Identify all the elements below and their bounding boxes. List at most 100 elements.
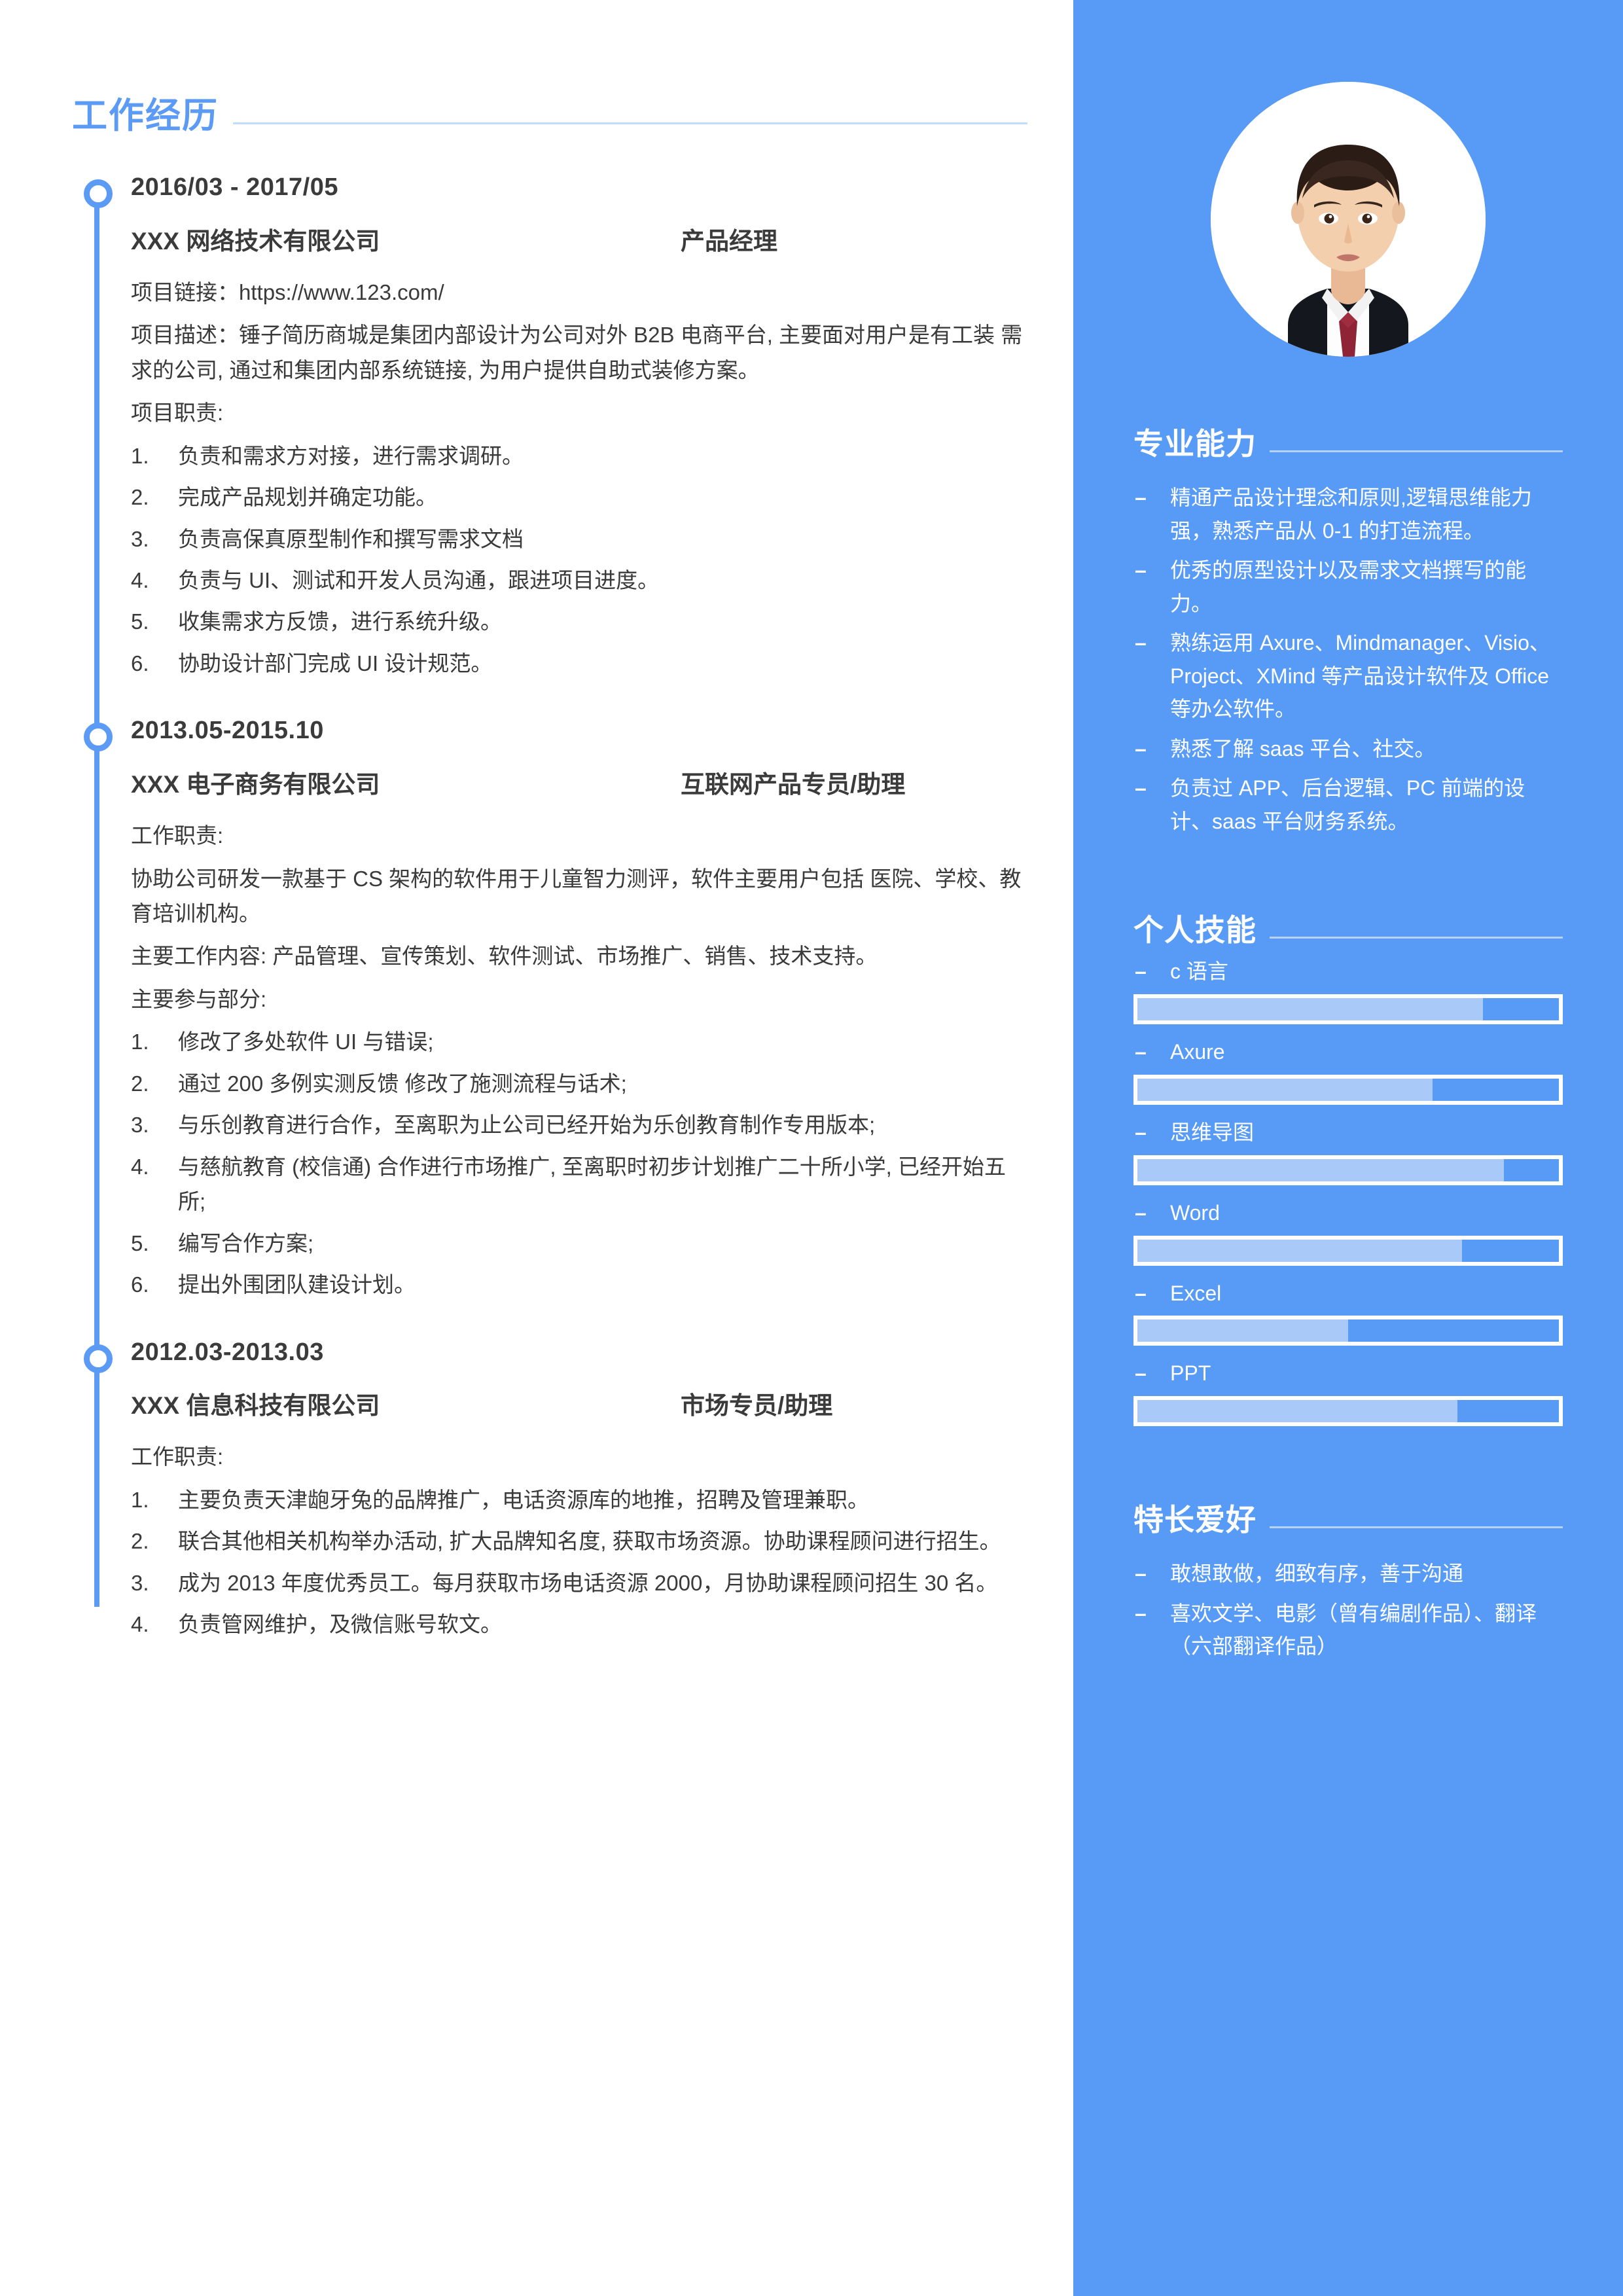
list-item-number: 6.: [131, 651, 149, 675]
list-item-text: 主要负责天津龅牙兔的品牌推广，电话资源库的地推，招聘及管理兼职。: [178, 1487, 869, 1512]
list-item: 5. 编写合作方案;: [131, 1226, 1027, 1261]
skill-item: PPT: [1133, 1359, 1563, 1427]
job-company-row: XXX 网络技术有限公司 产品经理: [131, 221, 1027, 257]
job-description-line: 项目职责:: [131, 401, 224, 425]
list-item: 2. 通过 200 多例实测反馈 修改了施测流程与话术;: [131, 1066, 1027, 1101]
list-item: 4. 负责与 UI、测试和开发人员沟通，跟进项目进度。: [131, 563, 1027, 598]
list-item-text: 负责和需求方对接，进行需求调研。: [178, 443, 524, 468]
list-item-text: 成为 2013 年度优秀员工。每月获取市场电话资源 2000，月协助课程顾问招生…: [178, 1570, 998, 1595]
list-item: 6. 提出外围团队建设计划。: [131, 1267, 1027, 1302]
section-divider: [1270, 450, 1563, 452]
job-description-line: 协助公司研发一款基于 CS 架构的软件用于儿童智力测评，软件主要用户包括 医院、…: [131, 866, 1022, 926]
professional-ability-header: 专业能力: [1133, 429, 1563, 459]
timeline-dot-icon: [84, 723, 113, 752]
job-company: XXX 网络技术有限公司: [131, 227, 380, 255]
job-company: XXX 电子商务有限公司: [131, 771, 380, 798]
job-company: XXX 信息科技有限公司: [131, 1392, 380, 1420]
list-item-text: 与乐创教育进行合作，至离职为止公司已经开始为乐创教育制作专用版本;: [178, 1113, 876, 1138]
list-item: 1. 修改了多处软件 UI 与错误;: [131, 1024, 1027, 1059]
list-item-text: 协助设计部门完成 UI 设计规范。: [178, 651, 493, 675]
job-description-line: 项目链接：https://www.123.com/: [131, 279, 444, 304]
skill-label: PPT: [1133, 1359, 1563, 1388]
list-item-text: 编写合作方案;: [178, 1230, 314, 1255]
job-entry: 2012.03-2013.03 XXX 信息科技有限公司 市场专员/助理工作职责: 1…: [84, 1338, 1027, 1642]
skill-progress-fill: [1137, 1239, 1462, 1262]
job-position: 互联网产品专员/助理: [681, 771, 906, 798]
list-item-text: 联合其他相关机构举办活动, 扩大品牌知名度, 获取市场资源。协助课程顾问进行招生…: [178, 1529, 1001, 1554]
job-description-line: 工作职责:: [131, 1444, 224, 1469]
list-item-number: 1.: [131, 443, 149, 468]
hobby-item: 敢想敢做，细致有序，善于沟通: [1133, 1557, 1563, 1590]
skill-label: Axure: [1133, 1037, 1563, 1067]
job-date: 2012.03-2013.03: [131, 1338, 324, 1366]
list-item-number: 5.: [131, 609, 149, 634]
job-entry: 2016/03 - 2017/05 XXX 网络技术有限公司 产品经理 项目链接：ht…: [84, 173, 1027, 681]
professional-ability-item: 熟悉了解 saas 平台、社交。: [1133, 732, 1563, 766]
list-item: 4. 与慈航教育 (校信通) 合作进行市场推广, 至离职时初步计划推广二十所小学,…: [131, 1149, 1027, 1219]
list-item-number: 1.: [131, 1030, 149, 1054]
list-item-text: 负责与 UI、测试和开发人员沟通，跟进项目进度。: [178, 567, 660, 592]
list-item-number: 3.: [131, 1113, 149, 1138]
list-item-text: 通过 200 多例实测反馈 修改了施测流程与话术;: [178, 1071, 627, 1096]
resume-page: 工作经历 2016/03 - 2017/05 XXX 网络技术有限公司 产品经理 项目…: [0, 0, 1623, 2296]
hobbies-header: 特长爱好: [1133, 1505, 1563, 1535]
hobby-item: 喜欢文学、电影（曾有编剧作品）、翻译（六部翻译作品）: [1133, 1597, 1563, 1663]
section-title-hobbies: 特长爱好: [1133, 1503, 1257, 1537]
list-item-number: 4.: [131, 1154, 149, 1179]
job-company-row: XXX 信息科技有限公司 市场专员/助理: [131, 1386, 1027, 1421]
list-item: 3. 负责高保真原型制作和撰写需求文档: [131, 522, 1027, 556]
skill-item: Word: [1133, 1198, 1563, 1266]
list-item-number: 3.: [131, 526, 149, 551]
section-title-work-experience: 工作经历: [72, 96, 219, 135]
list-item-number: 2.: [131, 485, 149, 510]
skill-progress-fill: [1137, 1079, 1433, 1102]
list-item: 3. 与乐创教育进行合作，至离职为止公司已经开始为乐创教育制作专用版本;: [131, 1107, 1027, 1142]
skill-progress-track: [1133, 1396, 1563, 1427]
list-item: 2. 联合其他相关机构举办活动, 扩大品牌知名度, 获取市场资源。协助课程顾问进行…: [131, 1524, 1027, 1558]
section-divider: [233, 122, 1027, 124]
sidebar-column: 专业能力 精通产品设计理念和原则,逻辑思维能力强，熟悉产品从 0-1 的打造流程…: [1073, 0, 1623, 2296]
job-date: 2013.05-2015.10: [131, 717, 324, 745]
profile-photo-illustration: [1211, 82, 1486, 357]
list-item-text: 负责管网维护，及微信账号软文。: [178, 1612, 502, 1637]
list-item: 6. 协助设计部门完成 UI 设计规范。: [131, 646, 1027, 681]
list-item: 1. 主要负责天津龅牙兔的品牌推广，电话资源库的地推，招聘及管理兼职。: [131, 1482, 1027, 1517]
skill-label: 思维导图: [1133, 1118, 1563, 1147]
job-entry: 2013.05-2015.10 XXX 电子商务有限公司 互联网产品专员/助理工作职…: [84, 717, 1027, 1302]
skill-progress-track: [1133, 994, 1563, 1025]
list-item-number: 1.: [131, 1487, 149, 1512]
list-item-number: 6.: [131, 1272, 149, 1297]
skill-item: c 语言: [1133, 957, 1563, 1025]
hobbies-list: 敢想敢做，细致有序，善于沟通喜欢文学、电影（曾有编剧作品）、翻译（六部翻译作品）: [1133, 1557, 1563, 1663]
timeline-dot-icon: [84, 1344, 113, 1373]
skill-item: 思维导图: [1133, 1118, 1563, 1185]
list-item-text: 提出外围团队建设计划。: [178, 1272, 416, 1297]
job-list: 2016/03 - 2017/05 XXX 网络技术有限公司 产品经理 项目链接：ht…: [84, 173, 1027, 1642]
job-responsibility-list: 1. 负责和需求方对接，进行需求调研。 2. 完成产品规划并确定功能。 3. 负责高保真原…: [131, 439, 1027, 681]
skill-progress-track: [1133, 1235, 1563, 1266]
list-item-number: 2.: [131, 1529, 149, 1554]
list-item-number: 4.: [131, 1612, 149, 1637]
job-company-row: XXX 电子商务有限公司 互联网产品专员/助理: [131, 764, 1027, 800]
skill-item: Axure: [1133, 1037, 1563, 1105]
job-description-line: 主要工作内容: 产品管理、宣传策划、软件测试、市场推广、销售、技术支持。: [131, 944, 878, 969]
professional-ability-section: 专业能力 精通产品设计理念和原则,逻辑思维能力强，熟悉产品从 0-1 的打造流程…: [1133, 429, 1563, 838]
professional-ability-item: 优秀的原型设计以及需求文档撰写的能力。: [1133, 554, 1563, 620]
avatar: [1211, 82, 1486, 357]
job-description-line: 工作职责:: [131, 823, 224, 848]
professional-ability-item: 精通产品设计理念和原则,逻辑思维能力强，熟悉产品从 0-1 的打造流程。: [1133, 481, 1563, 547]
skill-progress-track: [1133, 1075, 1563, 1105]
skill-progress-fill: [1137, 1158, 1505, 1181]
professional-ability-item: 熟练运用 Axure、Mindmanager、Visio、Project、XMi…: [1133, 626, 1563, 726]
list-item-text: 与慈航教育 (校信通) 合作进行市场推广, 至离职时初步计划推广二十所小学, 已…: [178, 1154, 1006, 1214]
work-experience-column: 工作经历 2016/03 - 2017/05 XXX 网络技术有限公司 产品经理 项目…: [0, 0, 1073, 2296]
list-item-number: 5.: [131, 1230, 149, 1255]
list-item-text: 收集需求方反馈，进行系统升级。: [178, 609, 502, 634]
list-item: 2. 完成产品规划并确定功能。: [131, 480, 1027, 514]
work-experience-header: 工作经历: [72, 98, 1027, 134]
list-item-number: 2.: [131, 1071, 149, 1096]
skill-progress-fill: [1137, 998, 1484, 1021]
job-responsibility-list: 1. 主要负责天津龅牙兔的品牌推广，电话资源库的地推，招聘及管理兼职。 2. 联合其他…: [131, 1482, 1027, 1642]
list-item: 3. 成为 2013 年度优秀员工。每月获取市场电话资源 2000，月协助课程顾问…: [131, 1566, 1027, 1600]
personal-skills-header: 个人技能: [1133, 915, 1563, 945]
